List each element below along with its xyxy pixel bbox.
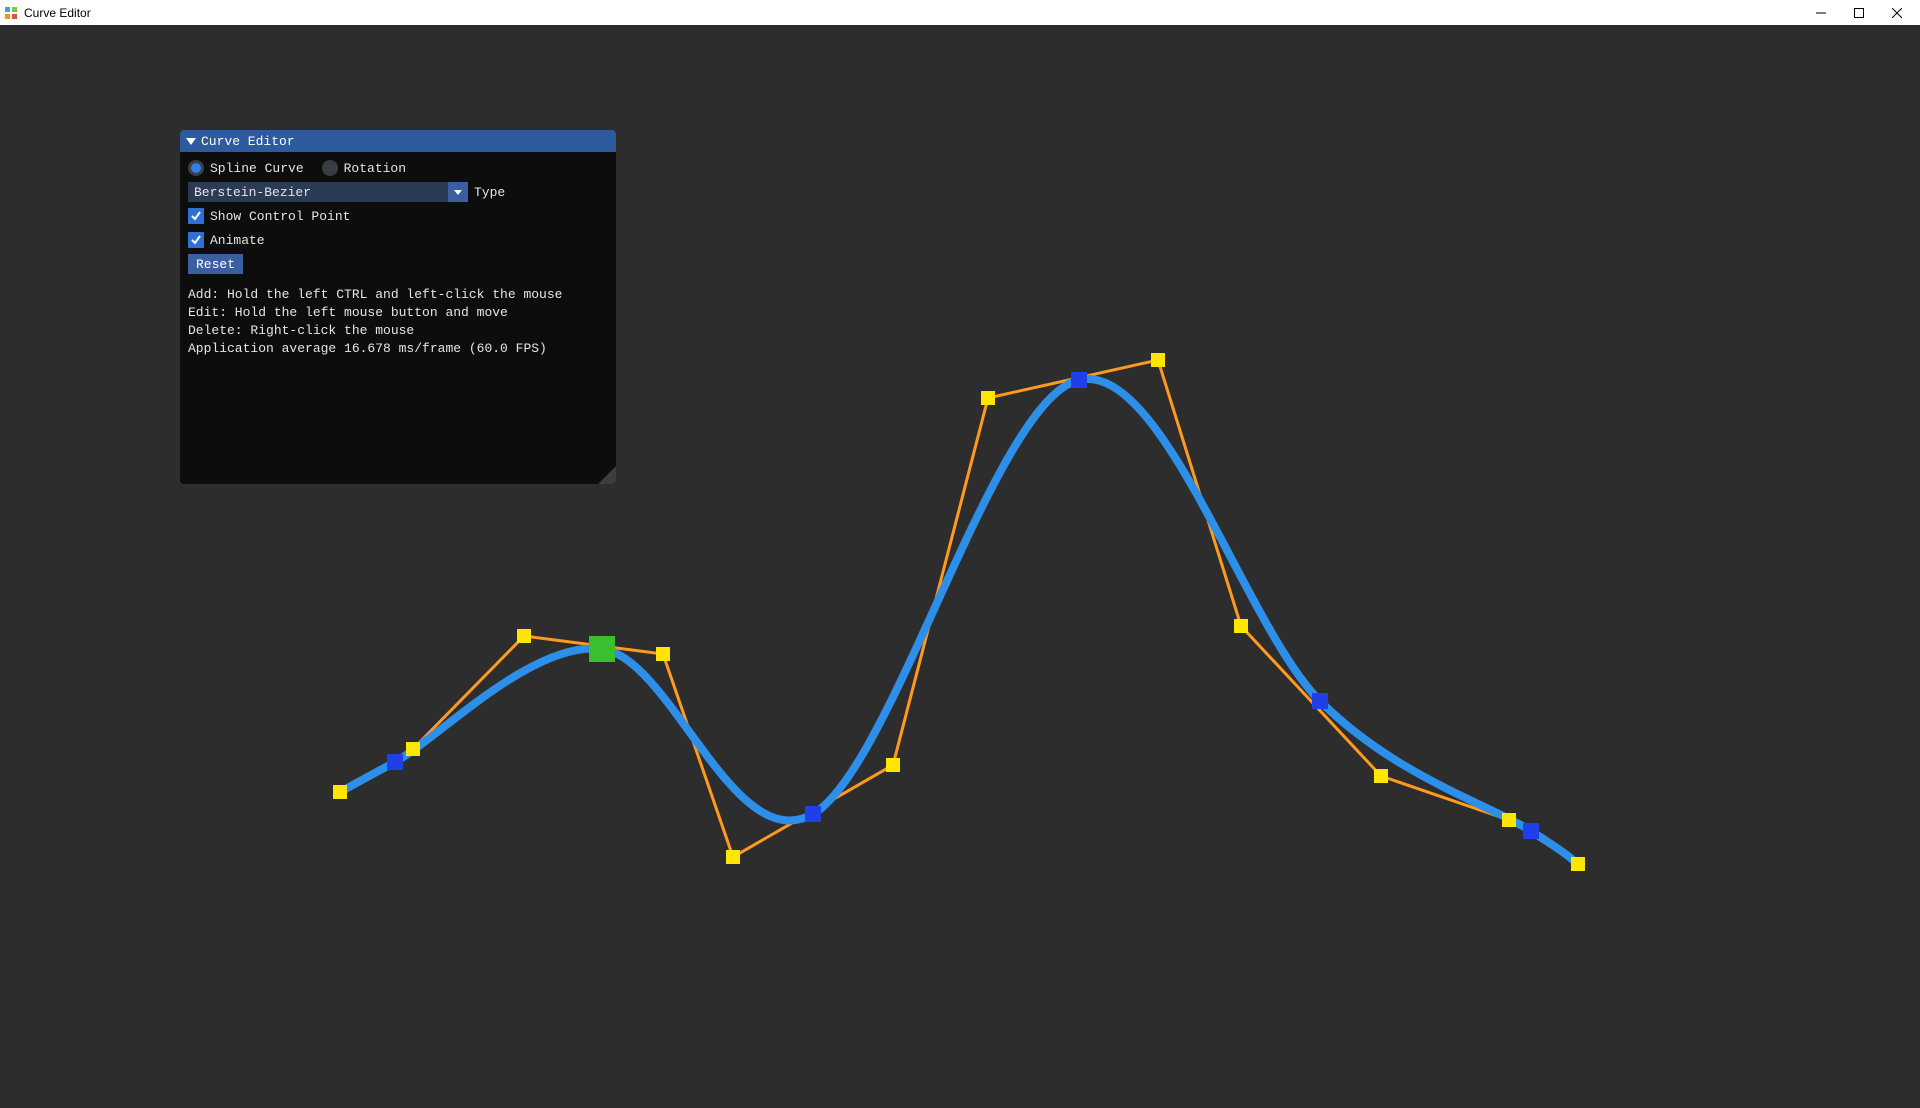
window-titlebar: Curve Editor	[0, 0, 1920, 25]
type-combo[interactable]: Berstein-Bezier	[188, 182, 468, 202]
anchor-point[interactable]	[387, 754, 403, 770]
control-point[interactable]	[656, 647, 670, 661]
minimize-button[interactable]	[1802, 0, 1840, 25]
radio-spline-label: Spline Curve	[210, 161, 304, 176]
control-point[interactable]	[1571, 857, 1585, 871]
control-point[interactable]	[333, 785, 347, 799]
control-point[interactable]	[726, 850, 740, 864]
control-point[interactable]	[517, 629, 531, 643]
reset-button[interactable]: Reset	[188, 254, 243, 274]
type-combo-label: Type	[474, 185, 505, 200]
control-point[interactable]	[1234, 619, 1248, 633]
checkbox-show-control-point-label: Show Control Point	[210, 209, 350, 224]
radio-rotation-label: Rotation	[344, 161, 406, 176]
resize-handle-icon[interactable]	[598, 466, 616, 484]
checkbox-animate-label: Animate	[210, 233, 265, 248]
collapse-icon[interactable]	[186, 138, 196, 145]
checkbox-show-control-point[interactable]	[188, 208, 204, 224]
close-button[interactable]	[1878, 0, 1916, 25]
panel-titlebar[interactable]: Curve Editor	[180, 130, 616, 152]
radio-spline[interactable]	[188, 160, 204, 176]
maximize-button[interactable]	[1840, 0, 1878, 25]
help-text: Add: Hold the left CTRL and left-click t…	[180, 282, 616, 366]
control-point[interactable]	[1502, 813, 1516, 827]
radio-rotation[interactable]	[322, 160, 338, 176]
checkbox-animate[interactable]	[188, 232, 204, 248]
type-combo-value: Berstein-Bezier	[194, 185, 311, 200]
chevron-down-icon	[448, 182, 468, 202]
anchor-point[interactable]	[1312, 693, 1328, 709]
control-point[interactable]	[1374, 769, 1388, 783]
control-point[interactable]	[886, 758, 900, 772]
curve-editor-panel[interactable]: Curve Editor Spline Curve Rotation Berst…	[180, 130, 616, 484]
window-title: Curve Editor	[24, 6, 91, 20]
control-point[interactable]	[1151, 353, 1165, 367]
app-icon	[4, 6, 18, 20]
anchor-point[interactable]	[805, 806, 821, 822]
active-anchor-point[interactable]	[589, 636, 615, 662]
anchor-point[interactable]	[1071, 372, 1087, 388]
control-point[interactable]	[981, 391, 995, 405]
control-point[interactable]	[406, 742, 420, 756]
panel-title-text: Curve Editor	[201, 134, 295, 149]
anchor-point[interactable]	[1523, 823, 1539, 839]
viewport[interactable]: Curve Editor Spline Curve Rotation Berst…	[0, 25, 1920, 1108]
